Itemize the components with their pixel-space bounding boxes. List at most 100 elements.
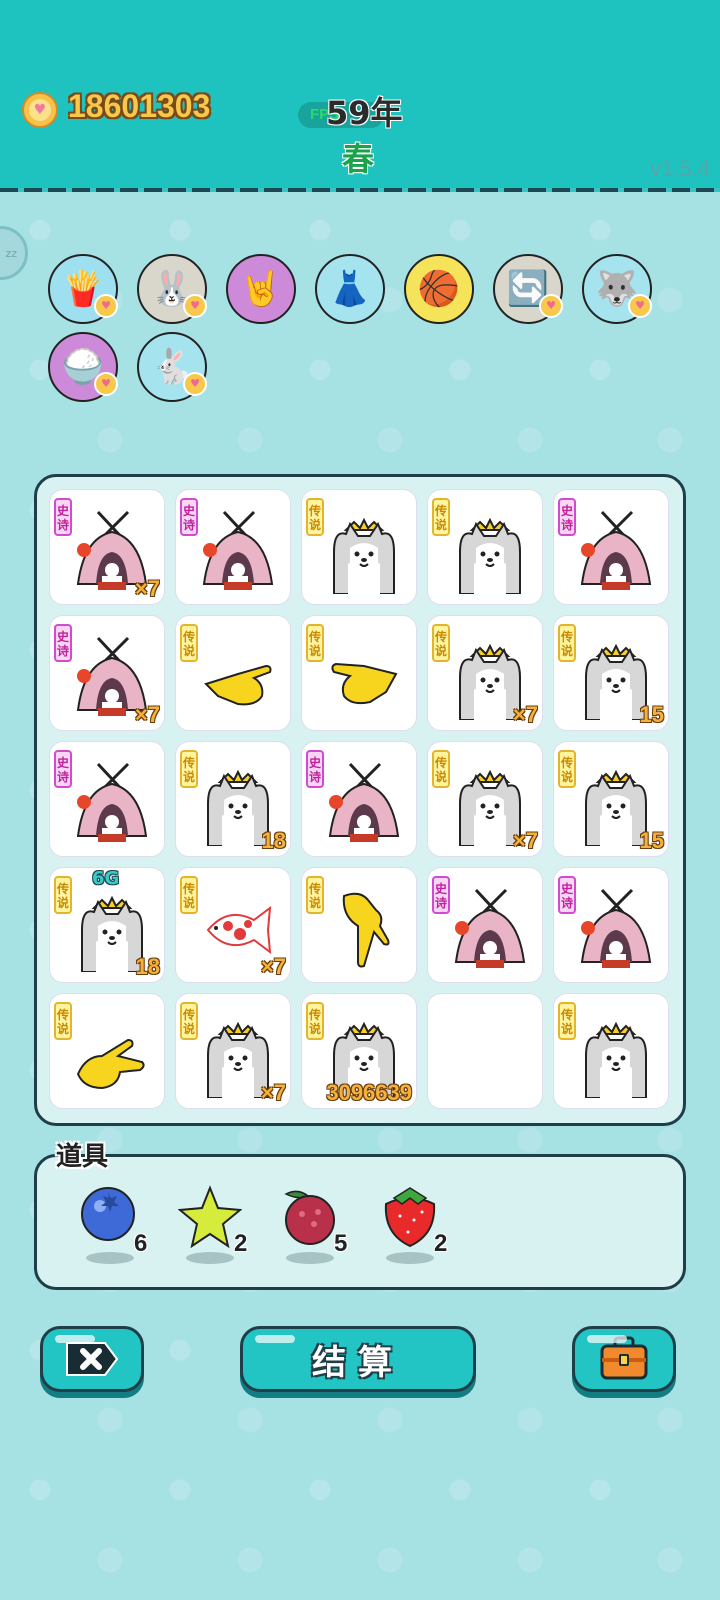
version-label: v1.5.4 xyxy=(650,156,710,181)
husky-icon xyxy=(576,1012,656,1099)
tile-husky[interactable]: 传说 15 xyxy=(553,741,669,857)
tile-count: 3096639 xyxy=(326,1080,412,1105)
tent-icon xyxy=(450,886,530,972)
tile-hand-down[interactable]: 传说 xyxy=(301,867,417,983)
heart-badge-icon: ♥ xyxy=(628,294,652,318)
tile-husky[interactable]: 传说 ×7 xyxy=(427,615,543,731)
lychee-item[interactable]: 5 xyxy=(278,1184,347,1264)
tile-husky[interactable]: 传说 xyxy=(427,489,543,605)
tile-count: ×7 xyxy=(260,954,286,979)
tile-husky[interactable]: 传说 xyxy=(301,489,417,605)
tile-husky[interactable]: 传说 xyxy=(553,993,669,1109)
item-shadow xyxy=(186,1252,234,1264)
refresh-buff[interactable]: 🔄 ♥ xyxy=(493,254,563,324)
tile-count: ×7 xyxy=(512,828,538,853)
tile-tent[interactable]: 史诗 xyxy=(49,741,165,857)
heart-badge-icon: ♥ xyxy=(539,294,563,318)
tile-tent[interactable]: 史诗 ×7 xyxy=(49,489,165,605)
item-quantity: 2 xyxy=(234,1230,248,1257)
star-item[interactable]: 2 xyxy=(177,1184,247,1264)
tile-tent[interactable]: 史诗 xyxy=(553,489,669,605)
heart-badge-icon: ♥ xyxy=(94,294,118,318)
rock-hand-icon: 🤘 xyxy=(239,269,283,309)
strawberry-item[interactable]: 2 xyxy=(378,1184,447,1264)
rabbit-standing-buff[interactable]: 🐇 ♥ xyxy=(137,332,207,402)
coin-count: 18601303 xyxy=(68,88,211,124)
year-label: 59年 xyxy=(326,94,403,132)
tile-husky[interactable]: 传说 6G 18 xyxy=(49,867,165,983)
tile-husky[interactable]: 传说 ×7 xyxy=(175,993,291,1109)
basketballs-buff[interactable]: 🏀 xyxy=(404,254,474,324)
tile-count: 18 xyxy=(135,954,160,979)
empty-slot[interactable] xyxy=(427,993,543,1109)
tile-hand-rock[interactable]: 传说 xyxy=(49,993,165,1109)
tile-count: 18 xyxy=(261,828,286,853)
tile-tent[interactable]: 史诗 xyxy=(553,867,669,983)
hand-right-icon xyxy=(198,634,278,720)
epic-tag: 史诗 xyxy=(558,876,576,914)
item-shadow xyxy=(386,1252,434,1264)
blueberry-item[interactable]: 6 xyxy=(78,1184,147,1264)
blueberry-icon xyxy=(78,1184,142,1252)
item-quantity: 5 xyxy=(334,1230,348,1257)
season-label: 春 xyxy=(342,140,375,178)
tile-hand-left[interactable]: 传说 xyxy=(301,615,417,731)
legend-tag: 传说 xyxy=(180,876,198,914)
item-shadow xyxy=(286,1252,334,1264)
tile-tent[interactable]: 史诗 ×7 xyxy=(49,615,165,731)
tile-husky[interactable]: 传说 ×7 xyxy=(427,741,543,857)
backpack-button[interactable] xyxy=(572,1326,676,1392)
strawberry-icon xyxy=(378,1184,442,1252)
tile-tent[interactable]: 史诗 xyxy=(301,741,417,857)
exit-icon xyxy=(66,1342,119,1376)
items-title: 道具 xyxy=(56,1142,109,1172)
item-shadow xyxy=(86,1252,134,1264)
tile-hand-right[interactable]: 传说 xyxy=(175,615,291,731)
tile-count: ×7 xyxy=(134,702,160,727)
hand-left-icon xyxy=(324,634,404,720)
hand-down-icon xyxy=(324,886,404,972)
tile-husky[interactable]: 传说 3096639 xyxy=(301,993,417,1109)
lychee-icon xyxy=(278,1184,342,1252)
legend-tag: 传说 xyxy=(180,624,198,662)
settle-button[interactable]: 结算 xyxy=(240,1326,476,1392)
legend-tag: 传说 xyxy=(306,876,324,914)
skirt-buff[interactable]: 👗 xyxy=(315,254,385,324)
upgrade-badge: 6G xyxy=(92,868,120,889)
legend-tag: 传说 xyxy=(180,1002,198,1040)
husky-icon xyxy=(324,508,404,595)
tent-icon xyxy=(72,760,152,846)
tile-husky[interactable]: 传说 15 xyxy=(553,615,669,731)
fries-buff[interactable]: 🍟 ♥ xyxy=(48,254,118,324)
tile-count: ×7 xyxy=(512,702,538,727)
husky-icon xyxy=(450,508,530,595)
tile-tent[interactable]: 史诗 xyxy=(427,867,543,983)
header-divider xyxy=(0,188,720,192)
legend-tag: 传说 xyxy=(306,624,324,662)
skirt-icon: 👗 xyxy=(328,269,372,309)
epic-tag: 史诗 xyxy=(54,750,72,788)
settle-label: 结算 xyxy=(312,1342,404,1383)
tile-tent[interactable]: 史诗 xyxy=(175,489,291,605)
legend-tag: 传说 xyxy=(306,498,324,536)
rock-hand-buff[interactable]: 🤘 xyxy=(226,254,296,324)
item-quantity: 6 xyxy=(134,1230,148,1257)
husky-buff[interactable]: 🐺 ♥ xyxy=(582,254,652,324)
epic-tag: 史诗 xyxy=(54,624,72,662)
tile-count: ×7 xyxy=(260,1080,286,1105)
tile-husky[interactable]: 传说 18 xyxy=(175,741,291,857)
legend-tag: 传说 xyxy=(306,1002,324,1040)
item-quantity: 2 xyxy=(434,1230,448,1257)
epic-tag: 史诗 xyxy=(180,498,198,536)
exit-button[interactable] xyxy=(40,1326,144,1392)
legend-tag: 传说 xyxy=(54,1002,72,1040)
rabbit-buff[interactable]: 🐰 ♥ xyxy=(137,254,207,324)
legend-tag: 传说 xyxy=(54,876,72,914)
legend-tag: 传说 xyxy=(558,624,576,662)
rice-bowl-buff[interactable]: 🍚 ♥ xyxy=(48,332,118,402)
heart-badge-icon: ♥ xyxy=(183,294,207,318)
hand-rock-icon xyxy=(72,1012,152,1098)
tile-fish[interactable]: 传说 ×7 xyxy=(175,867,291,983)
coin-icon: ♥ xyxy=(22,92,58,128)
legend-tag: 传说 xyxy=(558,750,576,788)
